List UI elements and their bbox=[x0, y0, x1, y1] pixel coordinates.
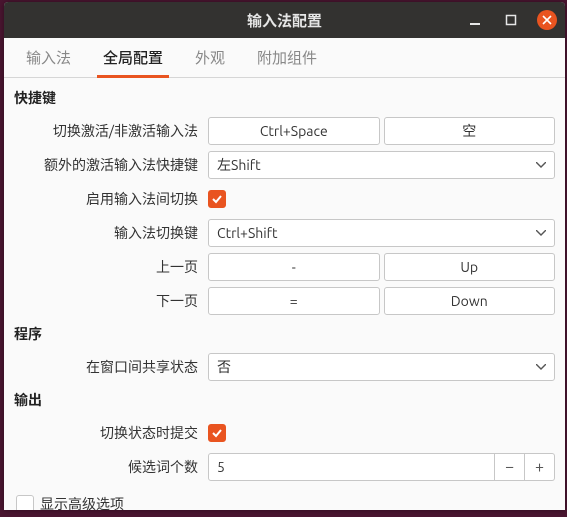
row-enable-switch: 启用输入法间切换 bbox=[14, 182, 555, 216]
enable-switch-checkbox[interactable] bbox=[208, 190, 226, 208]
section-program-header: 程序 bbox=[14, 324, 555, 344]
commit-on-switch-checkbox[interactable] bbox=[208, 424, 226, 442]
prev-page-key2-button[interactable]: Up bbox=[384, 253, 556, 281]
close-button[interactable] bbox=[537, 10, 557, 30]
row-commit-on-switch: 切换状态时提交 bbox=[14, 416, 555, 450]
label-next-page: 下一页 bbox=[14, 291, 202, 311]
prev-page-key1-button[interactable]: - bbox=[208, 253, 380, 281]
label-enable-switch: 启用输入法间切换 bbox=[14, 189, 202, 209]
tab-input-method[interactable]: 输入法 bbox=[10, 38, 87, 77]
row-toggle-activate: 切换激活/非激活输入法 Ctrl+Space 空 bbox=[14, 114, 555, 148]
label-extra-activate: 额外的激活输入法快捷键 bbox=[14, 155, 202, 175]
label-toggle-activate: 切换激活/非激活输入法 bbox=[14, 121, 202, 141]
row-switch-key: 输入法切换键 Ctrl+Shift bbox=[14, 216, 555, 250]
row-extra-activate: 额外的激活输入法快捷键 左Shift bbox=[14, 148, 555, 182]
label-share-state: 在窗口间共享状态 bbox=[14, 357, 202, 377]
show-advanced-checkbox[interactable] bbox=[16, 495, 34, 510]
window-controls bbox=[465, 2, 557, 38]
tab-appearance[interactable]: 外观 bbox=[179, 38, 241, 77]
footer-row: 显示高级选项 bbox=[14, 494, 555, 510]
chevron-down-icon bbox=[536, 162, 546, 168]
chevron-down-icon bbox=[536, 230, 546, 236]
tab-addons[interactable]: 附加组件 bbox=[241, 38, 333, 77]
label-candidate-count: 候选词个数 bbox=[14, 457, 202, 477]
tab-global-config[interactable]: 全局配置 bbox=[87, 38, 179, 77]
section-output-header: 输出 bbox=[14, 390, 555, 410]
row-share-state: 在窗口间共享状态 否 bbox=[14, 350, 555, 384]
minimize-button[interactable] bbox=[465, 10, 485, 30]
extra-activate-combo[interactable]: 左Shift bbox=[208, 151, 555, 179]
label-prev-page: 上一页 bbox=[14, 257, 202, 277]
label-switch-key: 输入法切换键 bbox=[14, 223, 202, 243]
label-show-advanced: 显示高级选项 bbox=[40, 494, 124, 510]
tab-bar: 输入法 全局配置 外观 附加组件 bbox=[4, 38, 565, 78]
candidate-count-decrement[interactable]: − bbox=[495, 453, 525, 481]
switch-key-combo[interactable]: Ctrl+Shift bbox=[208, 219, 555, 247]
next-page-key1-button[interactable]: = bbox=[208, 287, 380, 315]
share-state-combo[interactable]: 否 bbox=[208, 353, 555, 381]
row-next-page: 下一页 = Down bbox=[14, 284, 555, 318]
content-area: 快捷键 切换激活/非激活输入法 Ctrl+Space 空 额外的激活输入法快捷键… bbox=[4, 78, 565, 510]
label-commit-on-switch: 切换状态时提交 bbox=[14, 423, 202, 443]
candidate-count-input[interactable]: 5 bbox=[208, 453, 495, 481]
row-prev-page: 上一页 - Up bbox=[14, 250, 555, 284]
maximize-button[interactable] bbox=[501, 10, 521, 30]
chevron-down-icon bbox=[536, 364, 546, 370]
toggle-activate-key1-button[interactable]: Ctrl+Space bbox=[208, 117, 380, 145]
titlebar: 输入法配置 bbox=[4, 2, 565, 38]
section-hotkey-header: 快捷键 bbox=[14, 88, 555, 108]
next-page-key2-button[interactable]: Down bbox=[384, 287, 556, 315]
config-window: 输入法配置 输入法 全局配置 外观 附加组件 快捷键 切换激活/非激活输入法 C… bbox=[4, 2, 565, 510]
row-candidate-count: 候选词个数 5 − + bbox=[14, 450, 555, 484]
candidate-count-increment[interactable]: + bbox=[525, 453, 555, 481]
toggle-activate-key2-button[interactable]: 空 bbox=[384, 117, 556, 145]
